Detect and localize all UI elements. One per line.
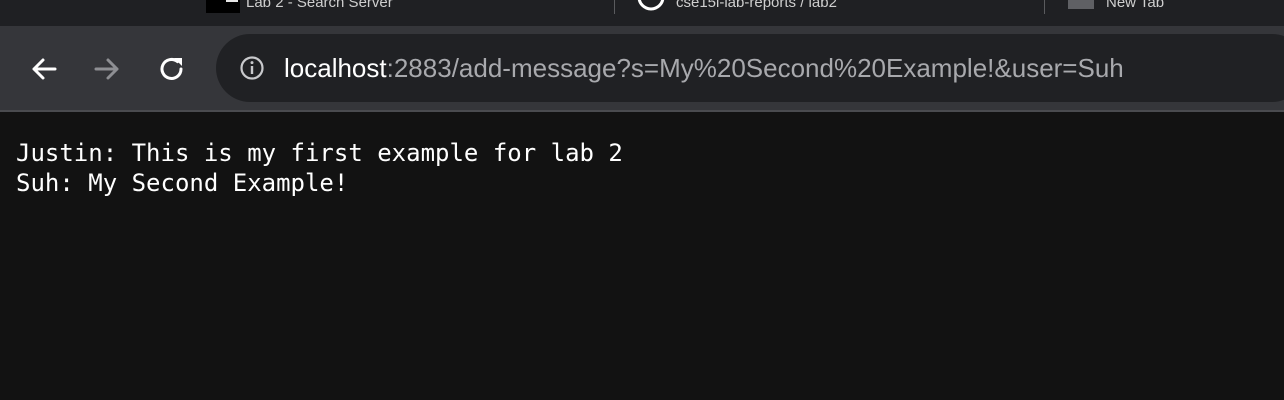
arrow-right-icon [92, 54, 122, 84]
message-line: Suh: My Second Example! [16, 169, 349, 197]
back-button[interactable] [27, 52, 61, 86]
url-host: localhost [284, 53, 387, 83]
info-icon[interactable] [238, 54, 266, 82]
url-path: :2883/add-message?s=My%20Second%20Exampl… [386, 53, 1124, 83]
tab-title: New Tab [1106, 0, 1165, 11]
tab-title: cse15l-lab-reports / lab2 [676, 0, 837, 11]
tab-separator [1044, 0, 1045, 14]
response-text: Justin: This is my first example for lab… [16, 138, 623, 198]
tab-strip: Lab 2 - Search Server cse15l-lab-reports… [0, 0, 1284, 26]
tab-2[interactable]: cse15l-lab-reports / lab2 [636, 0, 837, 14]
message-line: Justin: This is my first example for lab… [16, 139, 623, 167]
browser-window: Lab 2 - Search Server cse15l-lab-reports… [0, 0, 1284, 400]
tab-1[interactable]: Lab 2 - Search Server [206, 0, 393, 14]
address-bar[interactable]: localhost:2883/add-message?s=My%20Second… [216, 34, 1284, 102]
arrow-left-icon [29, 54, 59, 84]
reload-button[interactable] [155, 52, 189, 86]
reload-icon [157, 54, 187, 84]
url-text[interactable]: localhost:2883/add-message?s=My%20Second… [284, 52, 1124, 84]
tab-title: Lab 2 - Search Server [246, 0, 393, 11]
tab-separator [614, 0, 615, 14]
github-icon [636, 0, 666, 11]
page-content: Justin: This is my first example for lab… [0, 112, 1284, 400]
toolbar: localhost:2883/add-message?s=My%20Second… [0, 26, 1284, 110]
page-icon [1066, 0, 1096, 11]
forward-button[interactable] [90, 52, 124, 86]
terminal-icon [206, 0, 240, 13]
tab-3[interactable]: New Tab [1066, 0, 1164, 14]
